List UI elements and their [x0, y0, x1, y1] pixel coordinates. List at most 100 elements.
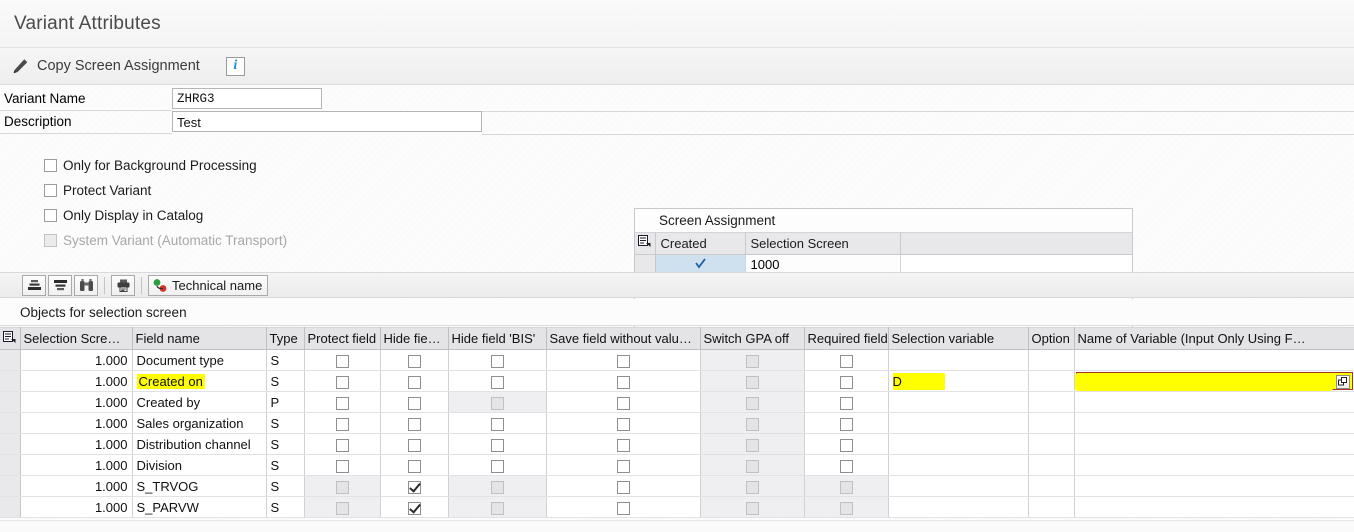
cell-name-of-variable[interactable]: [1074, 454, 1354, 476]
cell-option[interactable]: [1028, 475, 1075, 497]
table-row[interactable]: 1.000 Distribution channel S: [0, 433, 1354, 455]
cell-selection-screen[interactable]: 1.000: [20, 475, 133, 497]
column-header-option[interactable]: Option: [1028, 327, 1075, 350]
copy-screen-assignment-button[interactable]: Copy Screen Assignment: [12, 58, 200, 75]
cell-type[interactable]: P: [266, 391, 305, 413]
cell-hide-field-bis[interactable]: [448, 433, 547, 455]
cell-option[interactable]: [1028, 370, 1075, 392]
checkbox-box[interactable]: [407, 354, 421, 368]
cell-type[interactable]: S: [266, 496, 305, 518]
cell-selection-variable[interactable]: [888, 433, 1029, 455]
table-settings-icon[interactable]: [0, 327, 21, 350]
cell-selection-screen[interactable]: 1.000: [20, 454, 133, 476]
cell-name-of-variable[interactable]: [1074, 496, 1354, 518]
variant-name-input[interactable]: ZHRG3: [172, 88, 322, 109]
column-header-created[interactable]: Created: [655, 233, 746, 255]
cell-hide-field-bis[interactable]: [448, 454, 547, 476]
checkbox-box[interactable]: [839, 375, 853, 389]
checkbox-box[interactable]: [839, 417, 853, 431]
column-header-save-field-without-value[interactable]: Save field without valu…: [546, 327, 701, 350]
cell-field-name[interactable]: Created by: [132, 391, 267, 413]
checkbox-protect-variant[interactable]: Protect Variant: [44, 178, 287, 203]
column-header-hide-field[interactable]: Hide fie…: [380, 327, 449, 350]
checkbox-box[interactable]: [839, 438, 853, 452]
checkbox-box[interactable]: [616, 354, 630, 368]
cell-hide-field[interactable]: [380, 391, 449, 413]
cell-save-field-without-value[interactable]: [546, 349, 701, 371]
row-selector[interactable]: [0, 412, 21, 434]
checkbox-box[interactable]: [616, 438, 630, 452]
checkbox-box[interactable]: [616, 480, 630, 494]
cell-hide-field-bis[interactable]: [448, 349, 547, 371]
checkbox-box[interactable]: [407, 459, 421, 473]
cell-save-field-without-value[interactable]: [546, 433, 701, 455]
cell-protect-field[interactable]: [304, 391, 381, 413]
cell-field-name[interactable]: Created on: [132, 370, 267, 392]
checkbox-box[interactable]: [490, 459, 504, 473]
cell-hide-field-bis[interactable]: [448, 370, 547, 392]
cell-protect-field[interactable]: [304, 454, 381, 476]
checkbox-box[interactable]: [839, 459, 853, 473]
table-settings-icon[interactable]: [635, 233, 656, 255]
row-selector[interactable]: [0, 391, 21, 413]
cell-field-name[interactable]: Division: [132, 454, 267, 476]
checkbox-box[interactable]: [335, 396, 349, 410]
cell-option[interactable]: [1028, 412, 1075, 434]
cell-hide-field[interactable]: [380, 496, 449, 518]
table-row[interactable]: 1.000 Document type S: [0, 349, 1354, 371]
checkbox-box[interactable]: [490, 438, 504, 452]
column-header-selection-screen[interactable]: Selection Screen: [745, 233, 901, 255]
cell-name-of-variable[interactable]: [1074, 433, 1354, 455]
cell-required-field[interactable]: [804, 391, 889, 413]
description-input[interactable]: Test: [172, 111, 482, 132]
cell-option[interactable]: [1028, 391, 1075, 413]
checkbox-box[interactable]: [335, 375, 349, 389]
row-selector[interactable]: [0, 496, 21, 518]
cell-protect-field[interactable]: [304, 349, 381, 371]
cell-type[interactable]: S: [266, 475, 305, 497]
expand-icon[interactable]: [1335, 375, 1350, 389]
cell-selection-variable[interactable]: [888, 475, 1029, 497]
cell-type[interactable]: S: [266, 433, 305, 455]
cell-option[interactable]: [1028, 454, 1075, 476]
checkbox-box[interactable]: [407, 375, 421, 389]
cell-name-of-variable[interactable]: [1074, 391, 1354, 413]
cell-hide-field[interactable]: [380, 454, 449, 476]
cell-selection-variable[interactable]: [888, 391, 1029, 413]
checkbox-box[interactable]: [44, 209, 57, 222]
cell-selection-screen[interactable]: 1.000: [20, 496, 133, 518]
cell-field-name[interactable]: Distribution channel: [132, 433, 267, 455]
checkbox-box[interactable]: [335, 417, 349, 431]
row-selector[interactable]: [0, 475, 21, 497]
cell-hide-field[interactable]: [380, 475, 449, 497]
cell-selection-screen[interactable]: 1.000: [20, 433, 133, 455]
cell-save-field-without-value[interactable]: [546, 475, 701, 497]
cell-field-name[interactable]: S_TRVOG: [132, 475, 267, 497]
cell-save-field-without-value[interactable]: [546, 454, 701, 476]
checkbox-box[interactable]: [44, 184, 57, 197]
checkbox-box[interactable]: [407, 417, 421, 431]
cell-option[interactable]: [1028, 433, 1075, 455]
cell-selection-screen[interactable]: 1.000: [20, 370, 133, 392]
cell-option[interactable]: [1028, 496, 1075, 518]
checkbox-box[interactable]: [490, 417, 504, 431]
cell-option[interactable]: [1028, 349, 1075, 371]
cell-name-of-variable[interactable]: [1074, 475, 1354, 497]
find-button[interactable]: [74, 274, 98, 296]
cell-field-name[interactable]: Sales organization: [132, 412, 267, 434]
checkbox-box[interactable]: [616, 396, 630, 410]
cell-save-field-without-value[interactable]: [546, 496, 701, 518]
cell-hide-field[interactable]: [380, 412, 449, 434]
cell-selection-screen[interactable]: 1.000: [20, 412, 133, 434]
table-row[interactable]: 1.000 Division S: [0, 454, 1354, 476]
cell-required-field[interactable]: [804, 433, 889, 455]
cell-hide-field[interactable]: [380, 370, 449, 392]
row-selector[interactable]: [0, 349, 21, 371]
checkbox-box[interactable]: [407, 480, 421, 494]
column-header-hide-field-bis[interactable]: Hide field 'BIS': [448, 327, 547, 350]
cell-save-field-without-value[interactable]: [546, 391, 701, 413]
cell-name-of-variable[interactable]: [1074, 349, 1354, 371]
cell-field-name[interactable]: S_PARVW: [132, 496, 267, 518]
cell-protect-field[interactable]: [304, 412, 381, 434]
column-header-switch-gpa-off[interactable]: Switch GPA off: [700, 327, 805, 350]
